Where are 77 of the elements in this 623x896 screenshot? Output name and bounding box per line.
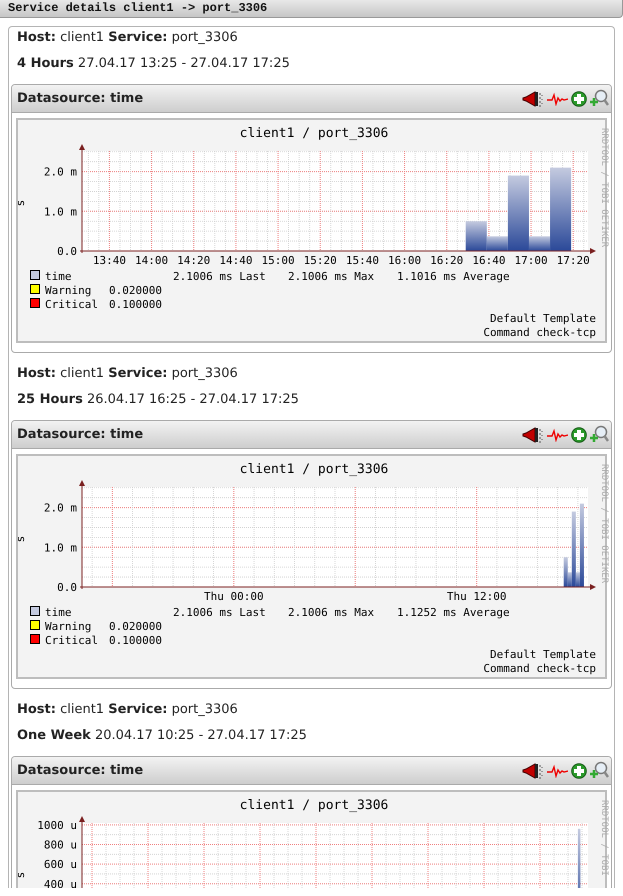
x-tick-label: Thu 12:00 xyxy=(446,590,506,603)
legend-label: Critical xyxy=(45,634,98,647)
graph-title: client1 / port_3306 xyxy=(240,126,388,141)
graph-title: client1 / port_3306 xyxy=(240,798,388,813)
waveform-icon[interactable] xyxy=(547,764,568,778)
legend-value: 0.020000 xyxy=(109,284,162,297)
y-tick-label: 600 u xyxy=(44,858,77,872)
graph-footer-text: Command check-tcp xyxy=(483,662,596,675)
y-tick-label: 0.0 xyxy=(57,245,77,258)
graph-footer-text: Default Template xyxy=(490,648,596,661)
y-tick-label: 0.0 xyxy=(57,581,77,594)
zoom-in-icon[interactable] xyxy=(590,425,609,444)
x-tick-label: 15:20 xyxy=(304,254,337,267)
y-axis-label: s xyxy=(18,872,27,878)
datasource-title: Datasource: time xyxy=(17,91,144,106)
y-axis xyxy=(79,816,85,888)
host-service-line: Host: client1 Service: port_3306 xyxy=(17,30,239,46)
y-tick-label: 2.0 m xyxy=(44,502,77,515)
datasource-title: Datasource: time xyxy=(17,763,144,778)
host-service-line: Host: client1 Service: port_3306 xyxy=(17,366,239,382)
waveform-icon[interactable] xyxy=(547,428,568,442)
x-tick-label: 14:20 xyxy=(177,254,210,267)
graph-footer-text: Default Template xyxy=(490,312,596,325)
add-icon[interactable] xyxy=(571,762,587,778)
zoom-in-icon[interactable] xyxy=(590,761,609,780)
x-tick-label: 17:00 xyxy=(514,254,548,267)
time-period-line: 4 Hours 27.04.17 13:25 - 27.04.17 17:25 xyxy=(17,56,291,72)
graph-credit: RRDTOOL / TOBI xyxy=(599,800,609,876)
waveform-icon[interactable] xyxy=(547,92,568,106)
host-service-line: Host: client1 Service: port_3306 xyxy=(17,702,239,718)
zoom-in-icon[interactable] xyxy=(590,89,609,108)
legend-label: time xyxy=(45,270,72,283)
y-tick-label: 1.0 m xyxy=(44,541,77,554)
x-tick-label: 13:40 xyxy=(92,254,126,267)
legend-stat: 1.1252 ms Average xyxy=(397,606,510,619)
y-tick-label: 400 u xyxy=(44,878,77,888)
legend-stat: 2.1006 ms Last xyxy=(173,606,266,619)
page-title: Service details client1 -> port_3306 xyxy=(0,0,623,18)
datasource-title: Datasource: time xyxy=(17,427,144,442)
y-tick-label: 1.0 m xyxy=(44,205,77,218)
data-bar xyxy=(578,828,580,888)
legend-label: Critical xyxy=(45,298,98,311)
graph-credit: RRDTOOL / TOBI OETIKER xyxy=(599,464,609,584)
x-tick-label: 15:00 xyxy=(262,254,295,267)
time-period-line: 25 Hours 26.04.17 16:25 - 27.04.17 17:25 xyxy=(17,392,300,408)
time-period-line: One Week 20.04.17 10:25 - 27.04.17 17:25 xyxy=(17,728,308,744)
legend-value: 0.020000 xyxy=(109,620,162,633)
y-tick-label: 1000 u xyxy=(37,818,77,832)
x-tick-label: 16:00 xyxy=(388,254,422,267)
megaphone-icon[interactable] xyxy=(522,426,544,444)
x-tick-label: 17:20 xyxy=(556,254,590,267)
legend-stat: 1.1016 ms Average xyxy=(397,270,510,283)
graph-credit: RRDTOOL / TOBI OETIKER xyxy=(599,128,609,248)
legend-label: Warning xyxy=(45,620,92,633)
graph-footer-text: Command check-tcp xyxy=(483,326,596,339)
megaphone-icon[interactable] xyxy=(522,762,544,780)
legend-label: Warning xyxy=(45,284,92,297)
y-axis-label: s xyxy=(18,200,27,206)
legend-stat: 2.1006 ms Last xyxy=(173,270,266,283)
legend-stat: 2.1006 ms Max xyxy=(288,270,374,283)
y-tick-label: 800 u xyxy=(44,838,77,852)
add-icon[interactable] xyxy=(571,426,587,442)
y-tick-label: 2.0 m xyxy=(44,166,77,179)
legend-label: time xyxy=(45,606,72,619)
x-tick-label: 16:20 xyxy=(430,254,464,267)
legend-value: 0.100000 xyxy=(109,298,162,311)
x-tick-label: 14:40 xyxy=(219,254,252,267)
megaphone-icon[interactable] xyxy=(522,90,544,108)
x-tick-label: 15:40 xyxy=(346,254,379,267)
x-tick-label: 16:40 xyxy=(472,254,506,267)
y-axis-label: s xyxy=(18,536,27,542)
legend-stat: 2.1006 ms Max xyxy=(288,606,374,619)
graph-title: client1 / port_3306 xyxy=(240,462,388,477)
x-tick-label: 14:00 xyxy=(135,254,168,267)
add-icon[interactable] xyxy=(571,90,587,106)
x-tick-label: Thu 00:00 xyxy=(204,590,264,603)
legend-value: 0.100000 xyxy=(109,634,162,647)
